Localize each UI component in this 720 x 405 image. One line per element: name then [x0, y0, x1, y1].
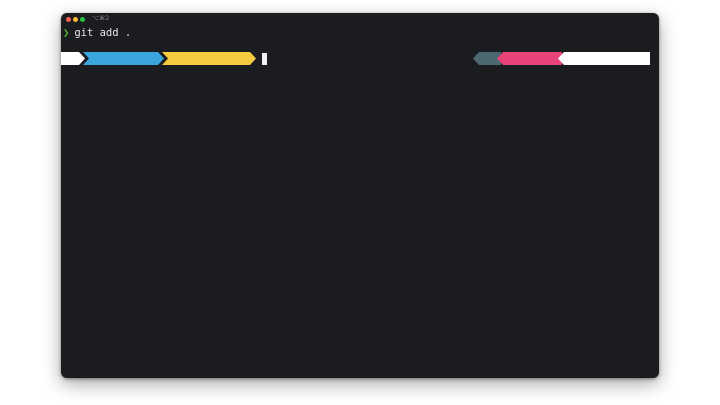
command-line[interactable]: ❯ git add .: [63, 27, 131, 41]
os-segment: [61, 52, 85, 65]
directory-current: docs: [151, 79, 175, 90]
clock-icon: ⊙: [603, 79, 610, 90]
directory-prefix: ~/De/: [123, 79, 152, 90]
close-button[interactable]: [66, 17, 71, 22]
status-ok-icon: ✓: [511, 66, 518, 77]
folder-icon: 🗁: [123, 66, 136, 77]
text-cursor: [262, 53, 267, 65]
window-title: ⌥⌘2: [92, 15, 110, 22]
git-branch-icon: ⎇: [204, 79, 216, 90]
title-bar: ⌥⌘2: [61, 13, 659, 27]
clock-time: 06:56:41 PM: [603, 66, 659, 77]
time-segment: 06:56:41 PM ⊙: [558, 52, 650, 65]
directory-segment: 🗁 ~/De/docs: [83, 52, 164, 65]
terminal-window: ⌥⌘2 ❯ git add . 🗁 ~/De/docs ▤ ⎇ master +1…: [61, 13, 659, 378]
node-version: 16.0.0: [541, 66, 577, 77]
node-version-segment: 16.0.0 ⬢: [497, 52, 562, 65]
prompt-chevron-icon: ❯: [63, 27, 70, 39]
git-branch-status: master +1: [204, 92, 256, 103]
status-segment: ✓: [473, 52, 501, 65]
command-text: git add .: [74, 27, 132, 39]
minimize-button[interactable]: [73, 17, 78, 22]
repo-icon: ▤: [204, 66, 211, 77]
git-segment: ▤ ⎇ master +1: [162, 52, 256, 65]
zoom-button[interactable]: [80, 17, 85, 22]
node-icon: ⬢: [541, 79, 550, 90]
